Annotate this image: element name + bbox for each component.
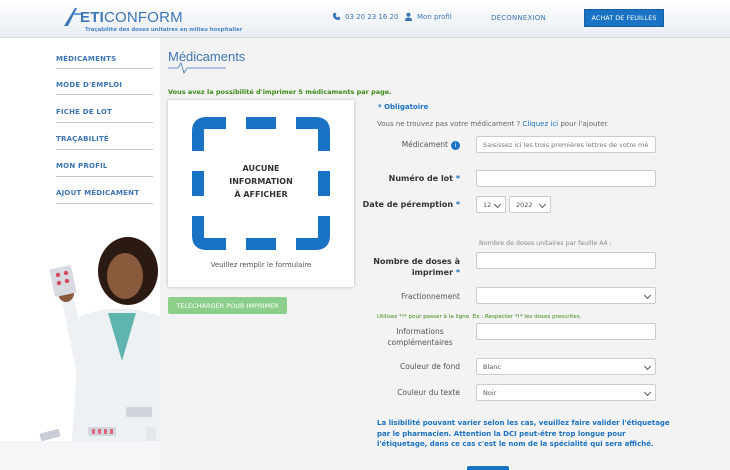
lot-number-input[interactable]	[476, 170, 656, 187]
chevron-down-icon	[493, 200, 502, 209]
doses-input[interactable]	[476, 252, 656, 269]
doses-per-sheet-hint: Nombre de doses unitaires par feuille A4…	[479, 240, 612, 247]
not-found-text: Vous ne trouvez pas votre médicament ? C…	[377, 120, 609, 128]
sidebar-divider	[56, 122, 153, 123]
chevron-down-icon	[643, 362, 652, 371]
logout-link[interactable]: DÉCONNEXION	[491, 14, 546, 22]
sidebar-item-fiche-lot[interactable]: FICHE DE LOT	[56, 108, 151, 116]
info-complementaires-input[interactable]	[476, 323, 656, 340]
info-complementaires-label: Informations complémentaires	[387, 327, 453, 347]
phone-number: 03 20 23 16 20	[345, 12, 399, 21]
fraction-label: Fractionnement	[401, 292, 460, 301]
logo-tagline: Traçabilité des doses unitaires en milie…	[85, 27, 243, 33]
expiry-year-select[interactable]: 2022	[509, 196, 551, 213]
sidebar-item-ajout-medicament[interactable]: AJOUT MÉDICAMENT	[56, 189, 151, 197]
line-break-hint: Utilisez *!* pour passer à la ligne. Ex …	[377, 314, 582, 320]
pharmacist-illustration	[0, 231, 160, 470]
print-limit-notice: Vous avez la possibilité d'imprimer 5 mé…	[168, 88, 392, 96]
sidebar-item-mode-emploi[interactable]: MODE D'EMPLOI	[56, 81, 151, 89]
info-icon[interactable]: i	[451, 140, 460, 150]
buy-sheets-button[interactable]: ACHAT DE FEUILLES	[584, 9, 664, 27]
sidebar-divider	[56, 94, 153, 95]
download-print-button[interactable]: TÉLÉCHARGER POUR IMPRIMER	[168, 297, 287, 314]
expiry-month-select[interactable]: 12	[476, 196, 506, 213]
text-color-label: Couleur du texte	[397, 388, 460, 397]
bg-color-select[interactable]: Blanc	[476, 358, 656, 375]
text-color-select[interactable]: Noir	[476, 384, 656, 401]
sidebar-divider	[56, 203, 153, 204]
sidebar-item-tracabilite[interactable]: TRAÇABILITÉ	[56, 135, 151, 143]
phone-icon	[332, 12, 341, 21]
logo-text: ETICONFORM	[80, 9, 183, 26]
doses-label: Nombre de doses à imprimer *	[373, 257, 460, 277]
add-medication-link[interactable]: Cliquez ici	[523, 120, 559, 128]
label-preview-panel: AUCUNE INFORMATION À AFFICHER Veuillez r…	[168, 100, 354, 287]
medicament-label: Médicament i	[380, 140, 460, 150]
submit-button[interactable]	[467, 466, 509, 470]
eticonform-logo[interactable]: ETICONFORM Traçabilité des doses unitair…	[62, 7, 262, 35]
sidebar-item-mon-profil[interactable]: MON PROFIL	[56, 162, 151, 170]
chevron-down-icon	[643, 291, 652, 300]
chevron-down-icon	[538, 200, 547, 209]
sidebar: MÉDICAMENTS MODE D'EMPLOI FICHE DE LOT T…	[0, 38, 160, 470]
chevron-down-icon	[643, 388, 652, 397]
bg-color-label: Couleur de fond	[400, 362, 460, 371]
lot-label: Numéro de lot *	[388, 174, 460, 183]
fill-form-caption: Veuillez remplir le formulaire	[210, 261, 312, 269]
profile-label: Mon profil	[417, 12, 452, 21]
sidebar-item-medicaments[interactable]: MÉDICAMENTS	[56, 55, 151, 63]
heartbeat-underline-icon	[168, 62, 226, 74]
sidebar-divider	[56, 149, 153, 150]
medicament-input[interactable]: Saisissez ici les trois premières lettre…	[476, 136, 656, 153]
required-note: * Obligatoire	[378, 103, 429, 111]
validation-warning: La lisibilité pouvant varier selon les c…	[377, 419, 670, 448]
user-icon	[404, 12, 413, 21]
expiry-label: Date de péremption *	[362, 200, 460, 209]
fraction-select[interactable]	[476, 287, 656, 304]
no-info-message: AUCUNE INFORMATION À AFFICHER	[229, 164, 293, 199]
sidebar-divider	[56, 176, 153, 177]
sidebar-divider	[56, 68, 153, 69]
phone-contact[interactable]: 03 20 23 16 20	[332, 12, 398, 21]
profile-link[interactable]: Mon profil	[404, 12, 452, 21]
top-header: ETICONFORM Traçabilité des doses unitair…	[0, 0, 730, 38]
